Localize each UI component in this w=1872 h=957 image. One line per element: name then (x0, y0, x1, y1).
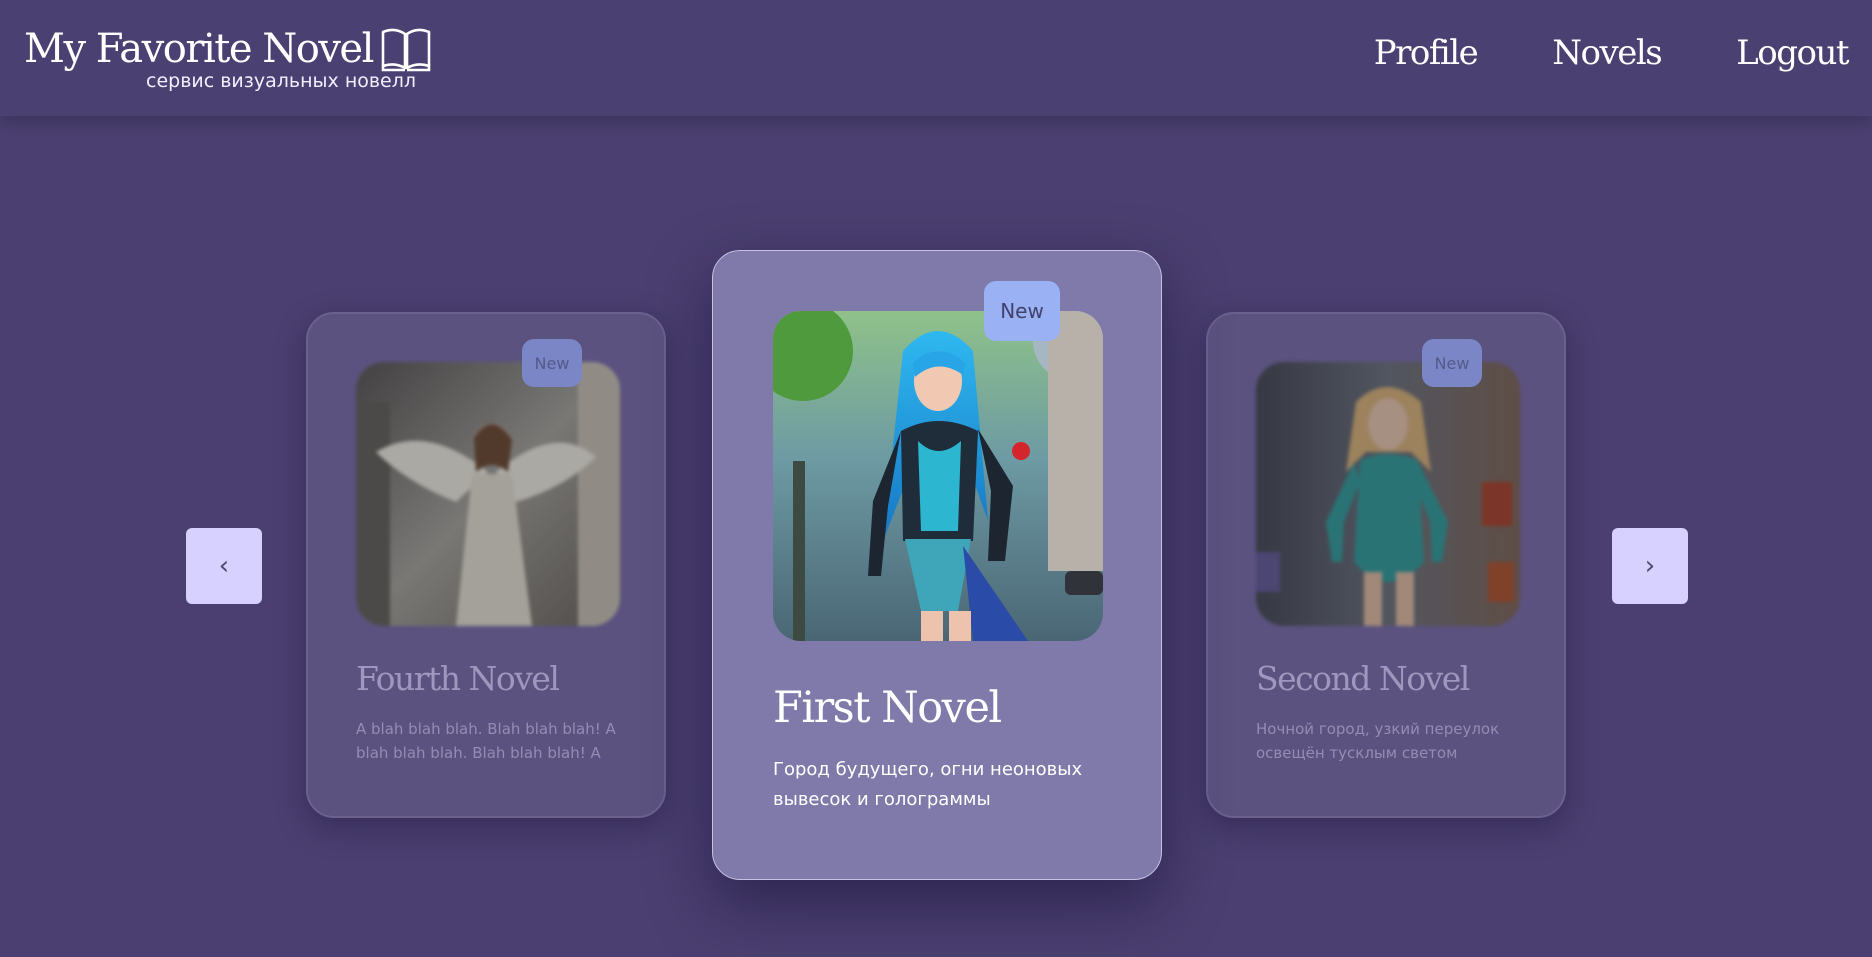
new-badge: New (1422, 339, 1482, 387)
novel-cover-image (1256, 362, 1520, 626)
novel-card-first[interactable]: New First Novel Город будущего, огни нео… (712, 250, 1162, 880)
nav-profile-link[interactable]: Profile (1374, 28, 1479, 78)
nav-logout-link[interactable]: Logout (1736, 28, 1849, 78)
brand-title: My Favorite Novel (24, 26, 374, 72)
open-book-icon (379, 26, 433, 72)
carousel-prev-button[interactable]: ‹ (186, 528, 262, 604)
brand-title-row: My Favorite Novel (24, 22, 433, 76)
brand-subtitle: сервис визуальных новелл (146, 70, 417, 92)
novel-title: Second Novel (1256, 659, 1470, 698)
brand[interactable]: My Favorite Novel сервис визуальных нове… (24, 22, 433, 92)
novel-card-second[interactable]: New Second Novel Ночной город, узкий пер… (1206, 312, 1566, 818)
carousel-next-button[interactable]: › (1612, 528, 1688, 604)
site-header: My Favorite Novel сервис визуальных нове… (0, 0, 1872, 116)
new-badge: New (522, 339, 582, 387)
novel-description: Ночной город, узкий переулок освещён тус… (1256, 720, 1500, 769)
novel-title: First Novel (773, 683, 1002, 733)
novel-description: Город будущего, огни неоновых вывесок и … (773, 759, 1083, 810)
novel-card-fourth[interactable]: New Fourth Novel A blah blah blah. Blah … (306, 312, 666, 818)
main-nav: Profile Novels Logout (1299, 28, 1850, 78)
novel-description: A blah blah blah. Blah blah blah! A blah… (356, 720, 616, 769)
novel-cover-image (356, 362, 620, 626)
nav-novels-link[interactable]: Novels (1552, 28, 1662, 78)
novel-cover-image (773, 311, 1103, 641)
novel-title: Fourth Novel (356, 659, 560, 698)
new-badge: New (984, 281, 1060, 341)
